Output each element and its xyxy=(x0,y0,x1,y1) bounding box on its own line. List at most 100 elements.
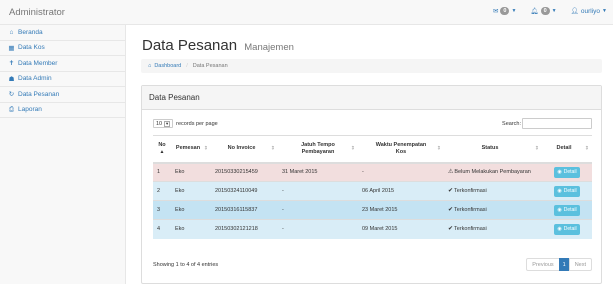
sort-icon: ⇕ xyxy=(350,145,355,152)
cell-status: ⚠Belum Melakukan Pembayaran xyxy=(444,162,542,182)
cell-detail: ◉ Detail xyxy=(542,200,592,220)
brand-title[interactable]: Administrator xyxy=(9,7,65,18)
cell-invoice: 20150324110049 xyxy=(211,181,278,201)
column-header-jatuh-tempo[interactable]: Jatuh Tempo Pembayaran ⇕ xyxy=(278,135,358,164)
sort-icon: ⇕ xyxy=(203,145,208,152)
refresh-icon: ↻ xyxy=(8,91,15,99)
table-footer: Showing 1 to 4 of 4 entries Previous 1 N… xyxy=(153,258,592,272)
table-icon: ▦ xyxy=(8,44,15,52)
check-icon: ✔ xyxy=(448,187,454,194)
search-input[interactable] xyxy=(522,118,592,129)
column-header-no-invoice[interactable]: No Invoice ⇕ xyxy=(211,135,278,164)
caret-down-icon: ▼ xyxy=(511,8,517,14)
cell-invoice: 20150330215459 xyxy=(211,162,278,182)
page-subtitle: Manajemen xyxy=(244,42,294,53)
cell-waktu: 06 April 2015 xyxy=(358,181,444,201)
messages-dropdown[interactable]: ✉ 0 ▼ xyxy=(493,7,516,15)
cell-status: ✔Terkonfirmasi xyxy=(444,219,542,239)
length-label: records per page xyxy=(176,120,218,127)
envelope-icon: ✉ xyxy=(493,8,499,15)
alerts-badge: 0 xyxy=(540,7,550,15)
detail-button[interactable]: ◉ Detail xyxy=(554,166,580,178)
sidebar-item-beranda[interactable]: ⌂ Beranda xyxy=(0,25,125,41)
sidebar-item-label: Data Kos xyxy=(18,44,45,52)
pagination-previous[interactable]: Previous xyxy=(526,258,560,271)
cell-jatuh-tempo: - xyxy=(278,219,358,239)
navbar-right: ✉ 0 ▼ 🔔︎ 0 ▼ 👤︎ ourliyo ▼ xyxy=(493,7,607,15)
page-title-text: Data Pesanan xyxy=(142,37,238,54)
cell-detail: ◉ Detail xyxy=(542,181,592,201)
cell-invoice: 20150316115837 xyxy=(211,200,278,220)
cell-status: ✔Terkonfirmasi xyxy=(444,181,542,201)
sidebar-item-laporan[interactable]: ⎙ Laporan xyxy=(0,103,125,118)
breadcrumb-current: Data Pesanan xyxy=(192,63,228,69)
alerts-dropdown[interactable]: 🔔︎ 0 ▼ xyxy=(530,7,557,15)
breadcrumb-dashboard-link[interactable]: Dashboard xyxy=(154,63,181,69)
top-navbar: Administrator ✉ 0 ▼ 🔔︎ 0 ▼ 👤︎ ourliyo ▼ xyxy=(0,0,613,25)
cell-jatuh-tempo: 31 Maret 2015 xyxy=(278,162,358,182)
table-controls: 10 ▼ records per page Search: xyxy=(153,118,592,130)
length-value: 10 xyxy=(156,120,163,127)
eye-icon: ◉ xyxy=(557,187,562,194)
cell-pemesan: Eko xyxy=(171,162,211,182)
cell-waktu: 09 Maret 2015 xyxy=(358,219,444,239)
sidebar-item-data-kos[interactable]: ▦ Data Kos xyxy=(0,41,125,56)
user-dropdown[interactable]: 👤︎ ourliyo ▼ xyxy=(570,7,607,16)
column-header-waktu-penempatan[interactable]: Waktu Penempatan Kos ⇕ xyxy=(358,135,444,164)
sidebar-item-data-admin[interactable]: ☗ Data Admin xyxy=(0,72,125,87)
chevron-down-icon: ▼ xyxy=(164,120,171,127)
detail-button[interactable]: ◉ Detail xyxy=(554,204,580,216)
sidebar-item-data-member[interactable]: ✝ Data Member xyxy=(0,56,125,72)
cell-waktu: - xyxy=(358,162,444,182)
breadcrumb-separator: / xyxy=(186,63,188,69)
table-row: 4 Eko 20150302121218 - 09 Maret 2015 ✔Te… xyxy=(153,219,592,239)
cell-detail: ◉ Detail xyxy=(542,219,592,239)
cell-invoice: 20150302121218 xyxy=(211,219,278,239)
cell-no: 3 xyxy=(153,200,171,220)
status-text: Terkonfirmasi xyxy=(454,206,487,213)
eye-icon: ◉ xyxy=(557,206,562,213)
sort-icon: ⇕ xyxy=(270,145,275,152)
sort-icon: ⇕ xyxy=(534,145,539,152)
orders-panel: Data Pesanan 10 ▼ records per page Searc… xyxy=(141,85,602,284)
pagination-next[interactable]: Next xyxy=(568,258,592,271)
entries-info: Showing 1 to 4 of 4 entries xyxy=(153,262,219,268)
eye-icon: ◉ xyxy=(557,168,562,175)
length-control: 10 ▼ records per page xyxy=(153,119,218,128)
caret-down-icon: ▼ xyxy=(602,8,607,14)
check-icon: ✔ xyxy=(448,206,454,213)
cell-pemesan: Eko xyxy=(171,181,211,201)
table-row: 1 Eko 20150330215459 31 Maret 2015 - ⚠Be… xyxy=(153,162,592,182)
detail-button[interactable]: ◉ Detail xyxy=(554,185,580,197)
breadcrumb: ⌂ Dashboard / Data Pesanan xyxy=(141,59,602,73)
status-text: Terkonfirmasi xyxy=(454,187,487,194)
sidebar-item-label: Beranda xyxy=(18,28,43,36)
check-icon: ✔ xyxy=(448,225,454,232)
eye-icon: ◉ xyxy=(557,225,562,232)
users-icon: ☗ xyxy=(8,75,15,83)
page-title: Data Pesanan Manajemen xyxy=(142,37,294,54)
cell-detail: ◉ Detail xyxy=(542,162,592,182)
detail-button[interactable]: ◉ Detail xyxy=(554,223,580,235)
cell-no: 4 xyxy=(153,219,171,239)
user-icon: ✝ xyxy=(8,60,15,68)
records-per-page-select[interactable]: 10 ▼ xyxy=(153,119,174,128)
table-row: 2 Eko 20150324110049 - 06 April 2015 ✔Te… xyxy=(153,181,592,201)
search-label: Search: xyxy=(502,120,521,127)
status-text: Terkonfirmasi xyxy=(454,225,487,232)
sidebar-item-data-pesanan[interactable]: ↻ Data Pesanan xyxy=(0,87,125,103)
sort-icon: ⇕ xyxy=(436,145,441,152)
orders-table: No ▲ Pemesan ⇕ No Invoice ⇕ Jatuh Tempo Pem… xyxy=(153,135,592,239)
column-header-no[interactable]: No ▲ xyxy=(153,135,171,164)
sort-asc-icon: ▲ xyxy=(159,148,165,155)
column-header-status[interactable]: Status ⇕ xyxy=(444,135,542,164)
column-header-pemesan[interactable]: Pemesan ⇕ xyxy=(171,135,211,164)
bell-icon: 🔔︎ xyxy=(530,8,539,15)
column-header-detail[interactable]: Detail ⇕ xyxy=(542,135,592,164)
cell-status: ✔Terkonfirmasi xyxy=(444,200,542,220)
user-icon: 👤︎ xyxy=(570,8,579,15)
status-text: Belum Melakukan Pembayaran xyxy=(454,168,531,175)
user-name: ourliyo xyxy=(580,7,601,15)
cell-pemesan: Eko xyxy=(171,200,211,220)
sidebar-item-label: Laporan xyxy=(18,106,42,114)
